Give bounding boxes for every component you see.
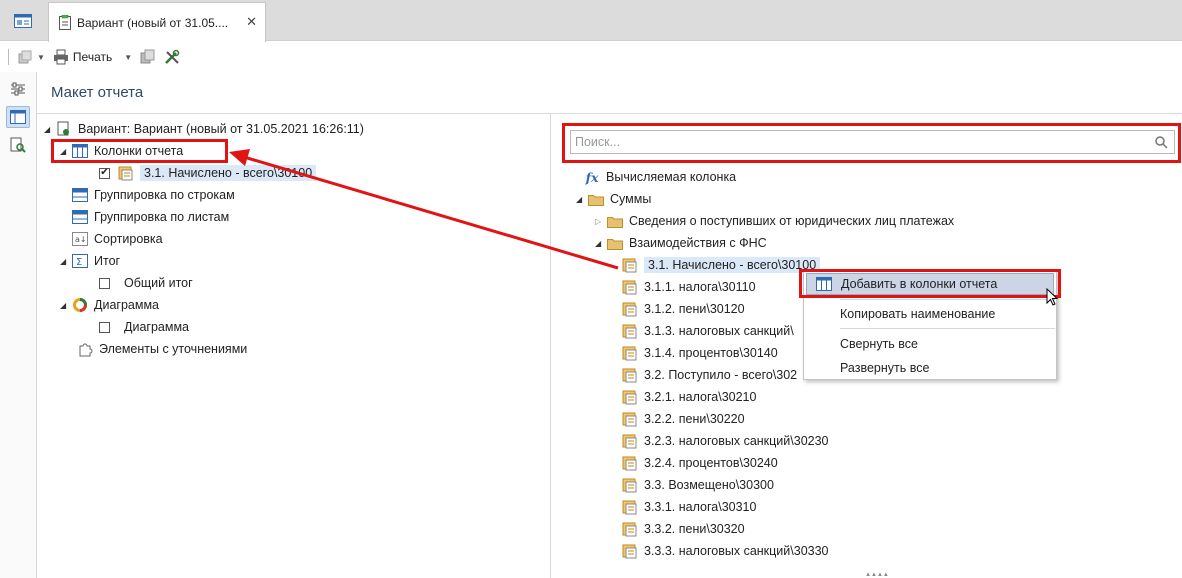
menu-item-collapse-label: Свернуть все (840, 337, 918, 351)
annotation-box-menu (799, 269, 1061, 298)
menu-item-copy-name[interactable]: Копировать наименование (806, 303, 1054, 325)
menu-item-expand-all[interactable]: Развернуть все (806, 357, 1054, 379)
menu-separator (840, 299, 1055, 300)
menu-separator (840, 328, 1055, 329)
cursor-icon (1046, 288, 1059, 306)
menu-item-copy-label: Копировать наименование (840, 307, 996, 321)
menu-item-collapse-all[interactable]: Свернуть все (806, 333, 1054, 355)
splitter-handle[interactable]: ▲▲▲▲ (860, 572, 894, 578)
menu-item-expand-label: Развернуть все (840, 361, 930, 375)
